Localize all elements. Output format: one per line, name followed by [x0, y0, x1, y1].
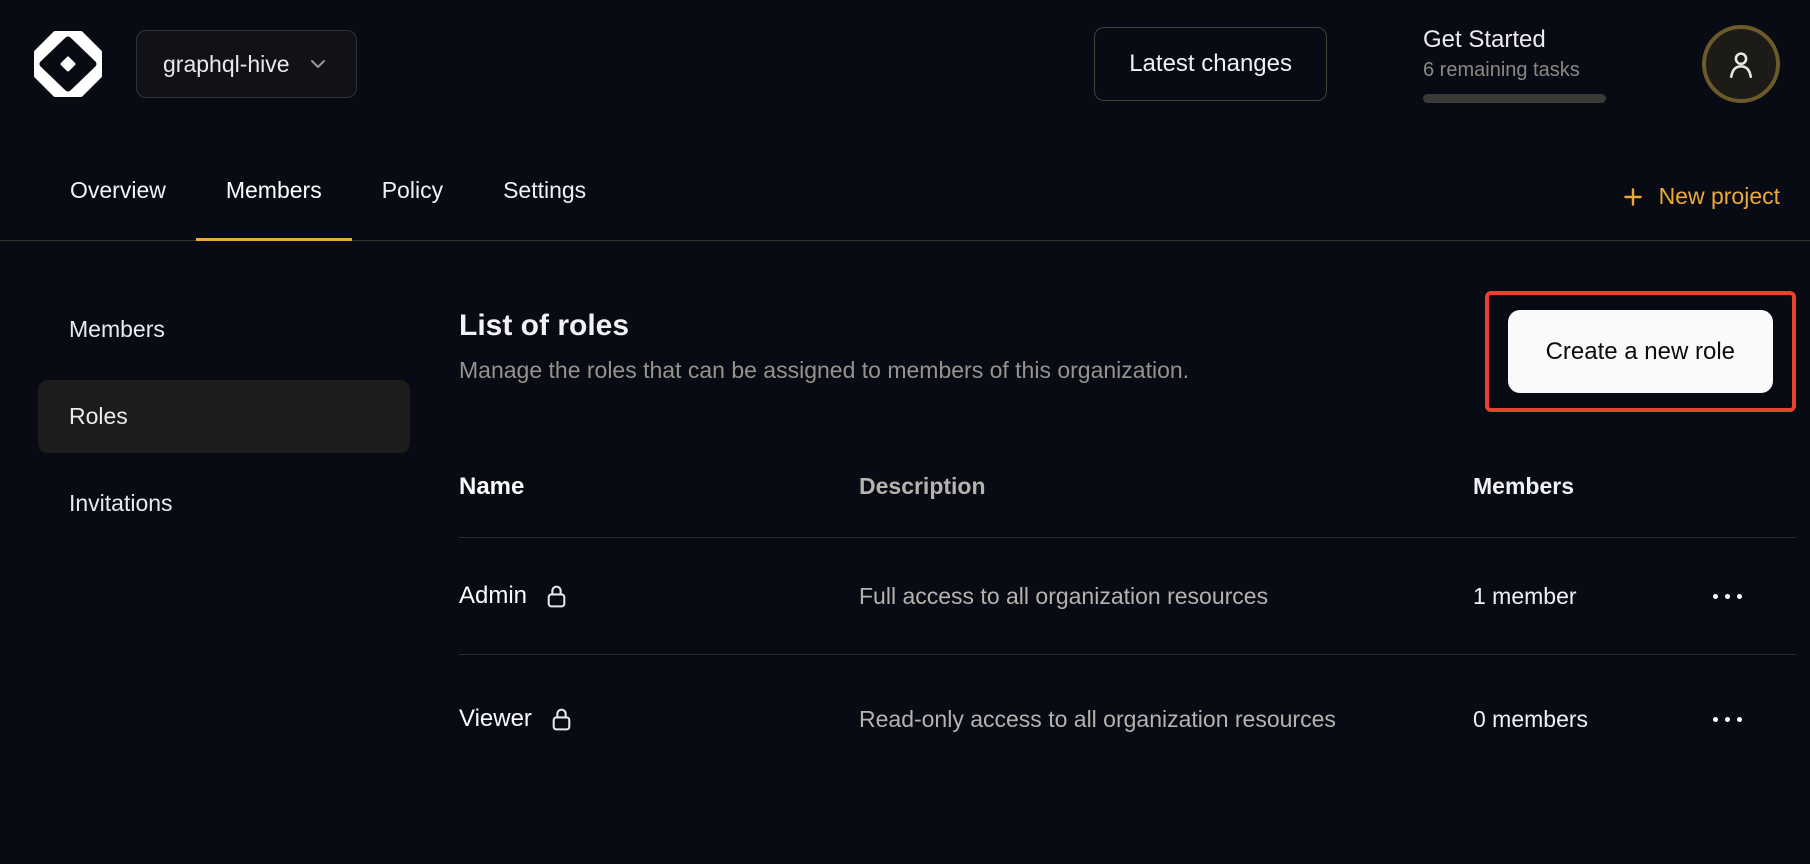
role-description: Full access to all organization resource…	[859, 577, 1339, 616]
ellipsis-icon	[1713, 594, 1718, 599]
sidebar-item-roles[interactable]: Roles	[38, 380, 410, 453]
get-started-widget[interactable]: Get Started 6 remaining tasks	[1423, 26, 1606, 103]
sidebar-item-invitations[interactable]: Invitations	[38, 467, 410, 540]
org-selector-label: graphql-hive	[163, 51, 290, 78]
new-project-button[interactable]: New project	[1620, 183, 1780, 240]
row-menu-button[interactable]	[1711, 709, 1744, 730]
column-header-description: Description	[859, 467, 1473, 506]
chevron-down-icon	[306, 52, 330, 76]
page-title: List of roles	[459, 309, 1189, 343]
column-header-name: Name	[459, 467, 859, 506]
org-tab-bar: Overview Members Policy Settings New pro…	[0, 128, 1810, 241]
get-started-title: Get Started	[1423, 26, 1606, 54]
user-avatar-button[interactable]	[1702, 25, 1780, 103]
plus-icon	[1620, 184, 1646, 210]
role-name-cell: Admin	[459, 582, 859, 610]
page-subtitle: Manage the roles that can be assigned to…	[459, 357, 1189, 384]
roles-panel-titles: List of roles Manage the roles that can …	[459, 291, 1189, 384]
create-new-role-button[interactable]: Create a new role	[1508, 310, 1773, 393]
user-icon	[1723, 46, 1759, 82]
tab-members[interactable]: Members	[196, 177, 352, 240]
row-menu-button[interactable]	[1711, 586, 1744, 607]
role-description-cell: Read-only access to all organization res…	[859, 700, 1473, 739]
get-started-remaining-tasks: 6 remaining tasks	[1423, 59, 1606, 82]
tab-policy[interactable]: Policy	[352, 177, 473, 240]
role-description-cell: Full access to all organization resource…	[859, 577, 1473, 616]
roles-table: Name Description Members Admin Full acce…	[459, 467, 1796, 783]
role-member-count: 1 member	[1473, 583, 1577, 610]
latest-changes-button[interactable]: Latest changes	[1094, 27, 1327, 101]
table-row-viewer: Viewer Read-only access to all organizat…	[459, 655, 1796, 783]
role-name-cell: Viewer	[459, 705, 859, 733]
roles-table-header: Name Description Members	[459, 467, 1796, 538]
tab-overview[interactable]: Overview	[40, 177, 196, 240]
lock-icon	[549, 706, 574, 733]
role-name: Admin	[459, 582, 527, 610]
column-header-members: Members	[1473, 467, 1796, 506]
sidebar-item-members[interactable]: Members	[38, 293, 410, 366]
new-project-label: New project	[1659, 183, 1780, 210]
roles-panel: List of roles Manage the roles that can …	[459, 241, 1796, 783]
members-sidebar: Members Roles Invitations	[38, 241, 410, 783]
role-description: Read-only access to all organization res…	[859, 700, 1339, 739]
role-members-cell: 0 members	[1473, 706, 1796, 733]
role-members-cell: 1 member	[1473, 583, 1796, 610]
ellipsis-icon	[1713, 717, 1718, 722]
org-selector-button[interactable]: graphql-hive	[136, 30, 357, 98]
members-page-content: Members Roles Invitations List of roles …	[0, 241, 1810, 783]
latest-changes-label: Latest changes	[1129, 50, 1292, 78]
role-name: Viewer	[459, 705, 532, 733]
role-member-count: 0 members	[1473, 706, 1588, 733]
lock-icon	[544, 583, 569, 610]
table-row-admin: Admin Full access to all organization re…	[459, 538, 1796, 655]
hive-logo-icon	[34, 31, 102, 97]
tab-settings[interactable]: Settings	[473, 177, 616, 240]
top-bar: graphql-hive Latest changes Get Started …	[0, 0, 1810, 128]
roles-panel-header: List of roles Manage the roles that can …	[459, 291, 1796, 412]
get-started-progress-bar	[1423, 94, 1606, 103]
annotation-highlight-box: Create a new role	[1485, 291, 1796, 412]
